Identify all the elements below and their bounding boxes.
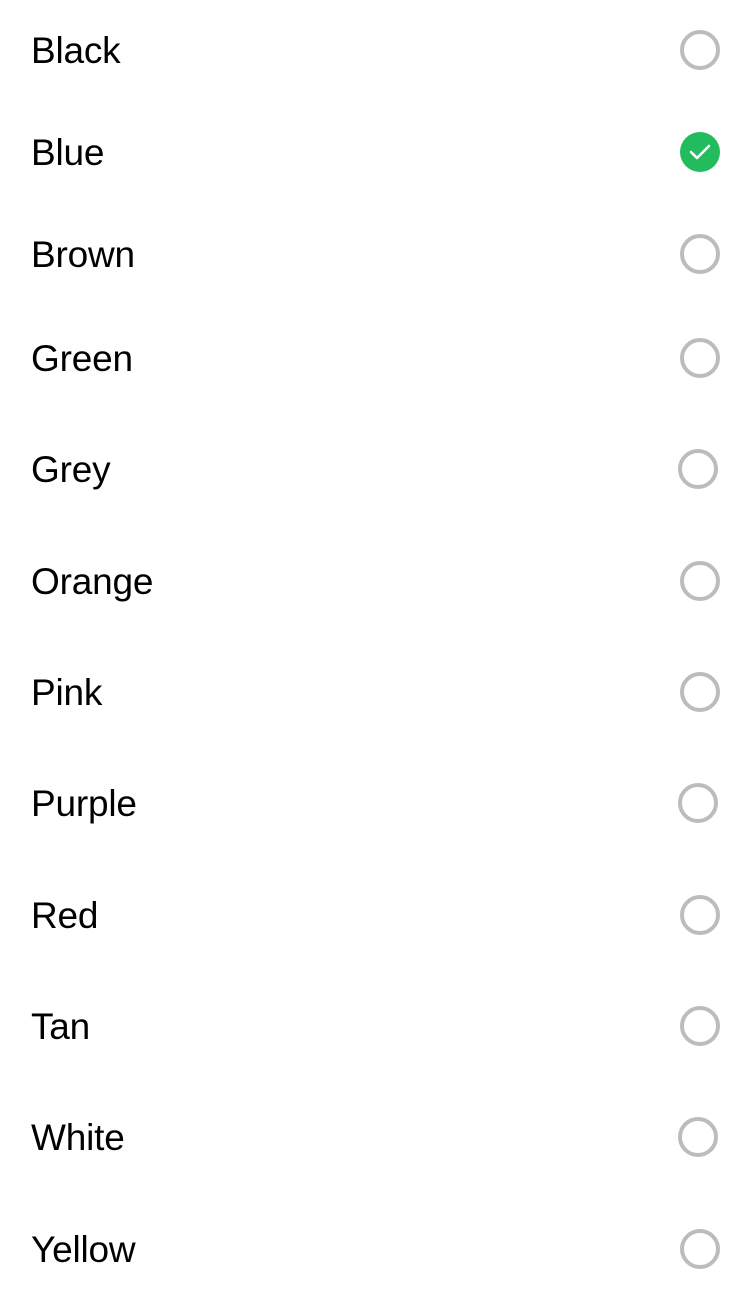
option-pink[interactable]: Pink bbox=[0, 652, 750, 732]
option-orange[interactable]: Orange bbox=[0, 541, 750, 621]
option-tan[interactable]: Tan bbox=[0, 986, 750, 1066]
empty-circle-icon[interactable] bbox=[680, 30, 720, 70]
option-label: Orange bbox=[31, 560, 154, 602]
checkmark-circle-icon[interactable] bbox=[680, 132, 720, 172]
empty-circle-icon[interactable] bbox=[680, 1006, 720, 1046]
option-white[interactable]: White bbox=[0, 1097, 750, 1177]
empty-circle-icon[interactable] bbox=[678, 783, 718, 823]
empty-circle-icon[interactable] bbox=[680, 338, 720, 378]
empty-circle-icon[interactable] bbox=[680, 895, 720, 935]
option-red[interactable]: Red bbox=[0, 875, 750, 955]
option-black[interactable]: Black bbox=[0, 10, 750, 90]
option-label: Purple bbox=[31, 782, 137, 824]
empty-circle-icon[interactable] bbox=[680, 234, 720, 274]
option-label: Yellow bbox=[31, 1228, 136, 1270]
option-label: Green bbox=[31, 337, 133, 379]
empty-circle-icon[interactable] bbox=[678, 449, 718, 489]
empty-circle-icon[interactable] bbox=[680, 1229, 720, 1269]
option-label: Pink bbox=[31, 671, 103, 713]
option-green[interactable]: Green bbox=[0, 318, 750, 398]
option-purple[interactable]: Purple bbox=[0, 763, 750, 843]
empty-circle-icon[interactable] bbox=[680, 672, 720, 712]
option-label: Brown bbox=[31, 233, 135, 275]
option-label: Red bbox=[31, 894, 99, 936]
option-label: Grey bbox=[31, 448, 111, 490]
option-yellow[interactable]: Yellow bbox=[0, 1209, 750, 1289]
color-option-list: Black Blue Brown Green Grey Orange Pink … bbox=[0, 0, 750, 1304]
option-blue[interactable]: Blue bbox=[0, 112, 750, 192]
option-label: Black bbox=[31, 29, 121, 71]
empty-circle-icon[interactable] bbox=[678, 1117, 718, 1157]
option-brown[interactable]: Brown bbox=[0, 214, 750, 294]
option-grey[interactable]: Grey bbox=[0, 429, 750, 509]
option-label: Blue bbox=[31, 131, 105, 173]
option-label: Tan bbox=[31, 1005, 91, 1047]
option-label: White bbox=[31, 1116, 125, 1158]
empty-circle-icon[interactable] bbox=[680, 561, 720, 601]
